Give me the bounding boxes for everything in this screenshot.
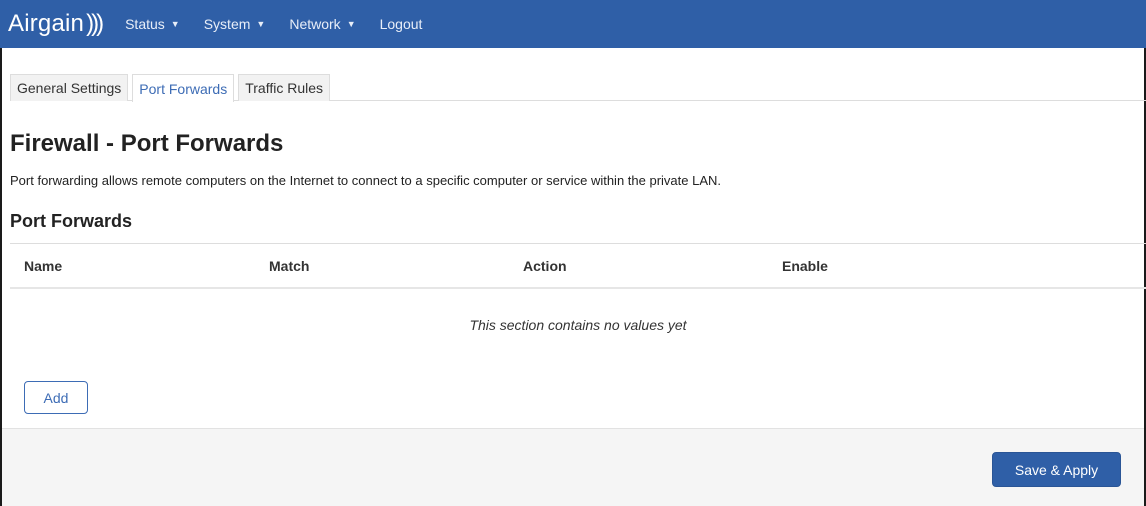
empty-message: This section contains no values yet <box>469 317 687 333</box>
nav-menu-label: Status <box>125 16 165 32</box>
column-header-action: Action <box>523 258 567 274</box>
signal-waves-icon: ))) <box>86 10 104 37</box>
tab-general-settings[interactable]: General Settings <box>10 74 129 101</box>
add-button[interactable]: Add <box>24 381 88 414</box>
caret-down-icon: ▼ <box>170 19 180 29</box>
nav-menu-label: Network <box>289 16 341 32</box>
table-header: Name Match Action Enable <box>10 243 1146 289</box>
column-header-match: Match <box>269 258 310 274</box>
tab-port-forwards[interactable]: Port Forwards <box>132 74 235 102</box>
section-title: Port Forwards <box>10 211 133 231</box>
empty-table-row: This section contains no values yet <box>10 289 1146 361</box>
save-apply-button[interactable]: Save & Apply <box>992 452 1121 487</box>
caret-down-icon: ▼ <box>346 19 356 29</box>
port-forwards-table: Name Match Action Enable This section co… <box>10 243 1146 361</box>
page-title: Firewall - Port Forwards <box>10 130 284 157</box>
top-navbar: Airgain ))) Status ▼ System ▼ Network ▼ … <box>0 0 1146 48</box>
tab-traffic-rules[interactable]: Traffic Rules <box>238 74 331 101</box>
page-description: Port forwarding allows remote computers … <box>10 173 722 188</box>
brand-name: Airgain <box>8 10 85 37</box>
column-header-enable: Enable <box>782 258 828 274</box>
column-header-name: Name <box>24 258 63 274</box>
tab-bar: General Settings Port Forwards Traffic R… <box>10 74 1146 102</box>
brand-logo[interactable]: Airgain ))) <box>0 0 104 48</box>
nav-menu-label: System <box>203 16 251 32</box>
nav-logout-link[interactable]: Logout <box>368 0 435 48</box>
action-footer: Save & Apply <box>2 428 1144 506</box>
nav-menu-network[interactable]: Network ▼ <box>277 0 367 48</box>
caret-down-icon: ▼ <box>256 19 266 29</box>
nav-menu-status[interactable]: Status ▼ <box>113 0 192 48</box>
nav-menu-system[interactable]: System ▼ <box>192 0 278 48</box>
